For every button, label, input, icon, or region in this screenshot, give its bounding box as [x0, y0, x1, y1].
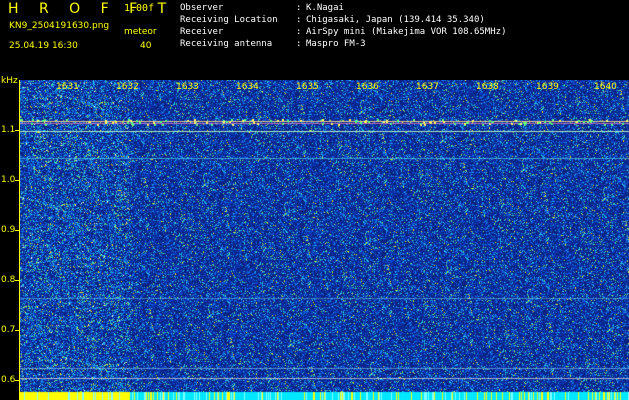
filename-label: KN9_2504191630.png	[9, 21, 110, 31]
y-tick-label: 1.0	[1, 175, 16, 185]
version-label: 1.00f	[124, 3, 155, 14]
antenna-value: Maspro FM-3	[306, 39, 366, 49]
location-value: Chigasaki, Japan (139.414 35.340)	[306, 15, 485, 25]
datetime-label: 25.04.19 16:30	[9, 41, 78, 51]
meteor-count: 40	[140, 41, 152, 51]
x-tick-label: 1631	[56, 82, 79, 92]
y-tick-mark	[15, 280, 19, 281]
x-tick-label: 1638	[476, 82, 499, 92]
y-tick-mark	[15, 380, 19, 381]
y-tick-label: 0.9	[1, 225, 16, 235]
y-tick-mark	[15, 230, 19, 231]
x-tick-label: 1633	[176, 82, 199, 92]
y-tick-mark	[15, 180, 19, 181]
meteor-label: meteor	[124, 27, 157, 37]
y-tick-mark	[15, 130, 19, 131]
y-axis-line	[19, 80, 20, 400]
x-tick-label: 1635	[296, 82, 319, 92]
location-colon: :	[296, 15, 302, 25]
observer-value: K.Nagai	[306, 3, 344, 13]
y-tick-label: 0.8	[1, 275, 16, 285]
y-tick-label: 0.7	[1, 325, 16, 335]
hrofft-window: H R O F F T 1.00f KN9_2504191630.png met…	[0, 0, 629, 400]
y-tick-label: 1.1	[1, 125, 16, 135]
antenna-colon: :	[296, 39, 302, 49]
x-tick-label: 1636	[356, 82, 379, 92]
x-tick-label: 1634	[236, 82, 259, 92]
x-tick-label: 1639	[536, 82, 559, 92]
x-tick-label: 1637	[416, 82, 439, 92]
receiver-value: AirSpy mini (Miakejima VOR 108.65MHz)	[306, 27, 507, 37]
x-tick-label: 1640	[594, 82, 617, 92]
observer-colon: :	[296, 3, 302, 13]
receiver-label: Receiver	[180, 27, 224, 37]
y-tick-mark	[15, 330, 19, 331]
y-tick-label: 0.6	[1, 375, 16, 385]
location-label: Receiving Location	[180, 15, 278, 25]
x-tick-label: 1632	[116, 82, 139, 92]
y-axis-unit: kHz	[1, 76, 18, 86]
antenna-label: Receiving antenna	[180, 39, 273, 49]
receiver-colon: :	[296, 27, 302, 37]
spectrogram-canvas	[20, 80, 629, 400]
observer-label: Observer	[180, 3, 224, 13]
